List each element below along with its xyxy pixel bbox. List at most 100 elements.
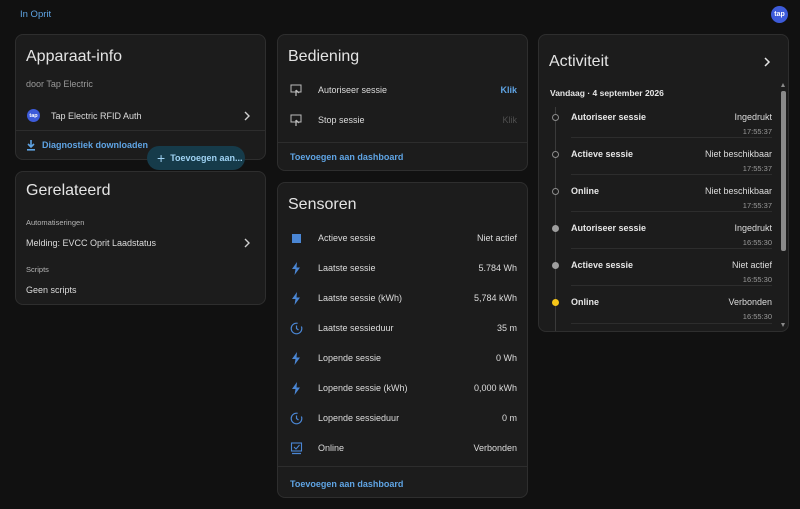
lightning-icon (289, 291, 303, 305)
timer-icon (289, 411, 303, 425)
sensor-row[interactable]: Online Verbonden (278, 433, 527, 463)
divider (571, 248, 772, 249)
sensor-row[interactable]: Lopende sessie (kWh) 0,000 kWh (278, 373, 527, 403)
stop-click-button[interactable]: Klik (502, 115, 517, 125)
activity-value: Niet actief (731, 260, 772, 270)
activity-value: Ingedrukt (734, 223, 772, 233)
sensor-label: Actieve sessie (318, 233, 376, 243)
touch-icon (289, 113, 303, 127)
controls-card: Bediening Autoriseer sessie Klik Stop se… (277, 34, 528, 171)
automation-item[interactable]: Melding: EVCC Oprit Laadstatus (16, 232, 265, 254)
activity-label: Autoriseer sessie (571, 223, 647, 233)
monitor-check-icon (289, 441, 303, 455)
control-label: Stop sessie (318, 115, 365, 125)
tap-integration-icon: tap (27, 109, 40, 122)
activity-value: Niet beschikbaar (704, 186, 772, 196)
lightning-icon (289, 351, 303, 365)
sensor-value: 35 m (496, 323, 517, 333)
related-title: Gerelateerd (26, 182, 111, 199)
activity-value: Ingedrukt (734, 112, 772, 122)
activity-time: 16:55:30 (742, 312, 772, 321)
activity-time: 17:55:37 (742, 127, 772, 136)
activity-value: Verbonden (728, 297, 772, 307)
related-card: Gerelateerd Automatiseringen Melding: EV… (15, 171, 266, 305)
timer-icon (289, 321, 303, 335)
sensor-label: Lopende sessie (kWh) (318, 383, 408, 393)
sensor-row[interactable]: Laatste sessieduur 35 m (278, 313, 527, 343)
divider (571, 211, 772, 212)
control-row-authorize: Autoriseer sessie Klik (278, 75, 527, 105)
chevron-right-icon (244, 238, 250, 248)
lightning-icon (289, 381, 303, 395)
activity-label: Autoriseer sessie (571, 112, 647, 122)
download-label: Diagnostiek downloaden (42, 140, 149, 150)
timeline-dot-hollow (552, 151, 559, 158)
authorize-click-button[interactable]: Klik (500, 85, 517, 95)
activity-label: Actieve sessie (571, 149, 634, 159)
add-to-dashboard-link[interactable]: Toevoegen aan dashboard (290, 152, 403, 162)
activity-time: 17:55:37 (742, 201, 772, 210)
scroll-down-arrow-icon[interactable] (781, 323, 785, 327)
divider (278, 466, 527, 467)
sensor-value: 0 m (501, 413, 517, 423)
sensor-value: 5.784 Wh (478, 263, 517, 273)
breadcrumb-area-link[interactable]: In Oprit (20, 9, 51, 20)
plus-icon: + (157, 150, 166, 166)
touch-icon (289, 83, 303, 97)
activity-label: Actieve sessie (571, 260, 634, 270)
add-related-button[interactable]: + Toevoegen aan... (147, 146, 245, 170)
activity-time: 16:55:30 (742, 238, 772, 247)
sensor-label: Laatste sessie (318, 263, 376, 273)
tap-logo-icon[interactable]: tap (771, 6, 788, 23)
download-diagnostics-button[interactable]: Diagnostiek downloaden (26, 138, 148, 152)
integration-row[interactable]: tap Tap Electric RFID Auth (16, 103, 265, 129)
activity-value: Niet beschikbaar (704, 149, 772, 159)
sensor-label: Laatste sessie (kWh) (318, 293, 403, 303)
scripts-header: Scripts (26, 265, 49, 274)
sensor-value: 5,784 kWh (473, 293, 517, 303)
divider (571, 323, 772, 324)
add-to-dashboard-link[interactable]: Toevoegen aan dashboard (290, 479, 403, 489)
sensor-row[interactable]: Lopende sessie 0 Wh (278, 343, 527, 373)
square-icon (289, 231, 303, 245)
activity-title: Activiteit (549, 53, 609, 70)
timeline-dot-grey (552, 225, 559, 232)
chevron-right-icon[interactable] (762, 57, 772, 67)
sensor-value: Verbonden (473, 443, 517, 453)
sensor-label: Laatste sessieduur (318, 323, 394, 333)
sensor-label: Lopende sessieduur (318, 413, 400, 423)
timeline-dot-active (552, 299, 559, 306)
timeline-dot-hollow (552, 114, 559, 121)
scrollbar-thumb[interactable] (781, 91, 786, 251)
divider (571, 137, 772, 138)
activity-label: Online (571, 297, 600, 307)
controls-title: Bediening (288, 48, 360, 65)
download-icon (27, 139, 35, 151)
sensor-value: 0,000 kWh (473, 383, 517, 393)
sensor-label: Online (318, 443, 345, 453)
sensor-row[interactable]: Actieve sessie Niet actief (278, 223, 527, 253)
divider (278, 142, 527, 143)
sensor-row[interactable]: Laatste sessie 5.784 Wh (278, 253, 527, 283)
device-manufacturer: door Tap Electric (26, 79, 93, 89)
device-info-title: Apparaat-info (26, 48, 123, 65)
sensor-row[interactable]: Lopende sessieduur 0 m (278, 403, 527, 433)
divider (571, 174, 772, 175)
sensor-label: Lopende sessie (318, 353, 382, 363)
sensor-row[interactable]: Laatste sessie (kWh) 5,784 kWh (278, 283, 527, 313)
add-related-label: Toevoegen aan... (170, 153, 243, 163)
sensor-value: Niet actief (476, 233, 517, 243)
device-info-card: Apparaat-info door Tap Electric tap Tap … (15, 34, 266, 160)
automation-item-label: Melding: EVCC Oprit Laadstatus (26, 238, 157, 248)
scroll-up-arrow-icon[interactable] (781, 83, 785, 87)
chevron-right-icon (244, 111, 250, 121)
activity-label: Online (571, 186, 600, 196)
activity-scrollbar[interactable] (781, 83, 786, 327)
integration-name: Tap Electric RFID Auth (51, 111, 142, 121)
sensors-card: Sensoren Actieve sessie Niet actief Laat… (277, 182, 528, 498)
scripts-empty: Geen scripts (26, 285, 77, 295)
activity-time: 16:55:30 (742, 275, 772, 284)
automations-header: Automatiseringen (26, 218, 85, 227)
timeline-dot-hollow (552, 188, 559, 195)
sensors-title: Sensoren (288, 196, 357, 213)
